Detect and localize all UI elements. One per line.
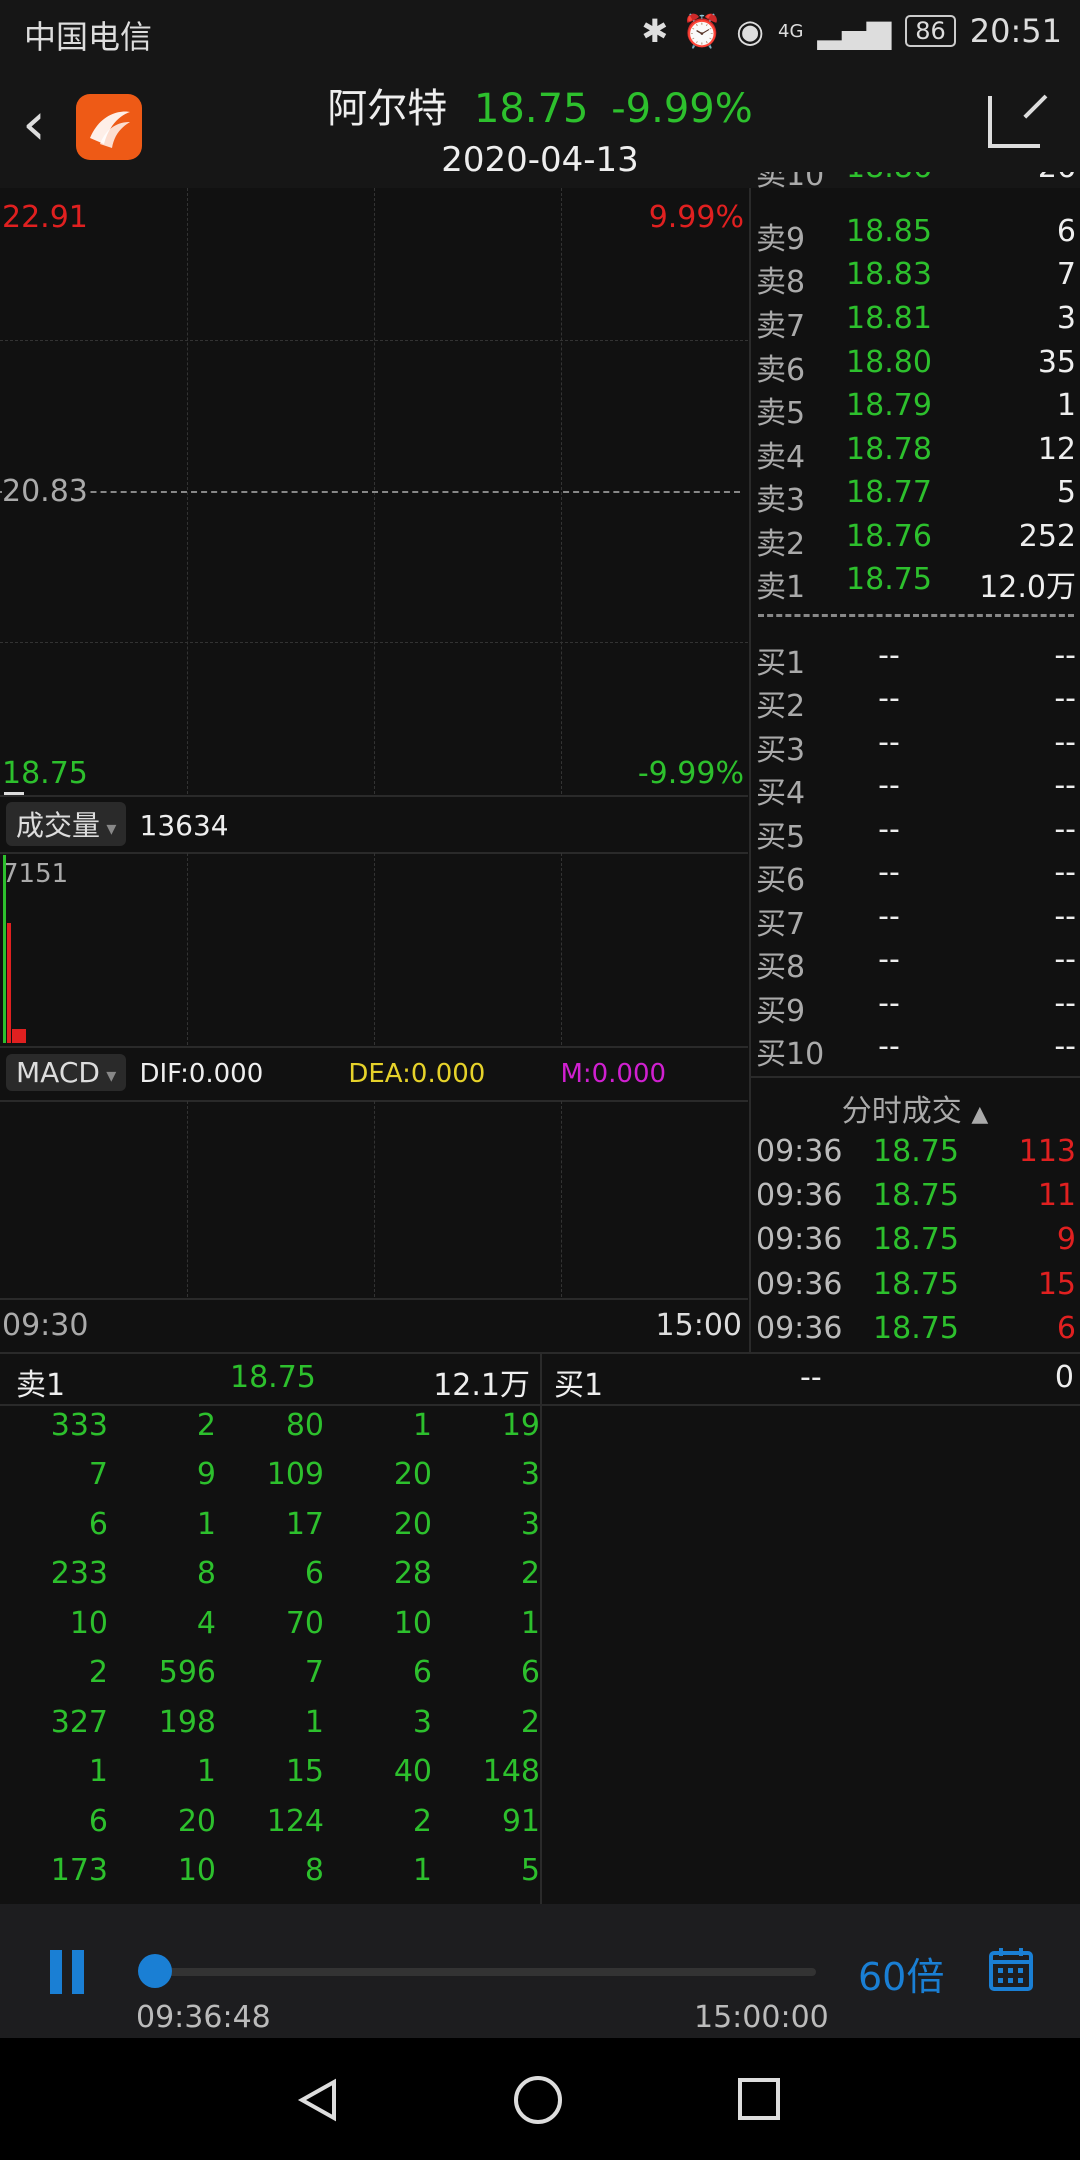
sell-row-9: 卖9 18.85 6 <box>756 214 1076 257</box>
macd-header: MACD DIF:0.000 DEA:0.000 M:0.000 <box>6 1054 746 1091</box>
replay-player: 09:36:48 15:00:00 60倍 <box>0 1904 1080 2038</box>
sell-row-3: 卖3 18.77 5 <box>756 475 1076 518</box>
title-block: 阿尔特 18.75 -9.99% 2020-04-13 <box>0 76 1080 180</box>
nav-back-icon[interactable] <box>296 2078 340 2122</box>
volume-value: 13634 <box>139 809 229 842</box>
nav-recents-icon[interactable] <box>738 2078 780 2120</box>
buy-row-1: 买1 -- -- <box>756 638 1076 681</box>
queue-sell-price: 18.75 <box>230 1360 316 1395</box>
queue-row: 1 1 15 40 148 <box>88 1754 540 1789</box>
volume-bar <box>7 923 11 1043</box>
macd-chart <box>0 1101 748 1297</box>
price-chart: 22.91 9.99% 20.83 18.75 -9.99% <box>0 188 748 795</box>
queue-buy-total: 0 <box>1054 1360 1074 1395</box>
alarm-icon: ⏰ <box>682 12 723 50</box>
macd-dif: DIF:0.000 <box>139 1059 264 1089</box>
queue-buy-header: 买1 -- 0 <box>542 1360 1080 1404</box>
sell-row-10: 卖1018.8626 <box>756 172 1076 192</box>
buy-row-4: 买4 -- -- <box>756 768 1076 811</box>
volume-chart: 7151 <box>0 853 748 1045</box>
calendar-icon[interactable] <box>988 1946 1034 1992</box>
stock-change: -9.99% <box>611 86 753 132</box>
eye-icon: ◉ <box>736 12 764 50</box>
price-low-label: 18.75 <box>2 756 88 791</box>
pct-high-label: 9.99% <box>648 200 744 235</box>
buy-row-7: 买7 -- -- <box>756 899 1076 942</box>
clock: 20:51 <box>969 12 1062 50</box>
status-bar: 中国电信 ✱ ⏰ ◉ 4G ▂▄▆ 86 20:51 <box>0 0 1080 66</box>
current-time: 09:36:48 <box>136 2000 271 2035</box>
sell-row-5: 卖5 18.79 1 <box>756 388 1076 431</box>
queue-row: 7 9 109 20 3 <box>88 1457 540 1492</box>
speed-button[interactable]: 60倍 <box>858 1946 944 2001</box>
price-high-label: 22.91 <box>2 200 88 235</box>
queue-row: 333 2 80 1 19 <box>50 1408 540 1443</box>
volume-header: 成交量 13634 <box>6 802 229 846</box>
sell-row-7: 卖7 18.81 3 <box>756 301 1076 344</box>
stock-price: 18.75 <box>473 86 589 132</box>
carrier-label: 中国电信 <box>24 18 153 56</box>
queue-buy-label: 买1 <box>554 1368 604 1403</box>
header: ‹ 阿尔特 18.75 -9.99% 2020-04-13 <box>0 66 1080 188</box>
timesales-row: 09:36 18.75 9 <box>756 1222 1076 1257</box>
queue-sell-header: 卖1 18.75 12.1万 <box>0 1360 540 1404</box>
price-mid-label: 20.83 <box>2 474 88 509</box>
volume-bar <box>3 855 6 1043</box>
status-icons: ✱ ⏰ ◉ 4G ▂▄▆ 86 20:51 <box>641 12 1062 50</box>
queue-row: 233 8 6 28 2 <box>50 1556 540 1591</box>
axis-time-end: 15:00 <box>655 1308 742 1343</box>
buy-row-5: 买5 -- -- <box>756 812 1076 855</box>
buy-row-2: 买2 -- -- <box>756 681 1076 724</box>
queue-sell-total: 12.1万 <box>433 1368 530 1403</box>
macd-dea: DEA:0.000 <box>348 1059 486 1089</box>
signal-icon: ▂▄▆ <box>817 12 892 50</box>
timesales-row: 09:36 18.75 113 <box>756 1134 1076 1169</box>
timesales-title: 分时成交 <box>841 1094 962 1129</box>
sell-row-6: 卖6 18.80 35 <box>756 345 1076 388</box>
queue-buy-price: -- <box>800 1360 822 1395</box>
queue-row: 2 596 7 6 6 <box>88 1655 540 1690</box>
battery-indicator: 86 <box>905 15 956 47</box>
queue-row: 6 20 124 2 91 <box>88 1804 540 1839</box>
progress-handle[interactable] <box>138 1954 172 1988</box>
queue-sell-label: 卖1 <box>16 1368 66 1403</box>
buy-row-3: 买3 -- -- <box>756 725 1076 768</box>
nav-home-icon[interactable] <box>514 2076 562 2124</box>
system-nav-bar <box>0 2038 1080 2160</box>
end-time: 15:00:00 <box>694 2000 829 2035</box>
timesales-row: 09:36 18.75 6 <box>756 1311 1076 1346</box>
buy-row-9: 买9 -- -- <box>756 986 1076 1029</box>
buy-row-6: 买6 -- -- <box>756 855 1076 898</box>
timesales-header[interactable]: 分时成交 ▲ <box>750 1086 1080 1130</box>
bluetooth-icon: ✱ <box>641 12 669 50</box>
network-label: 4G <box>778 20 804 42</box>
pct-low-label: -9.99% <box>637 756 744 791</box>
queue-row: 327 198 1 3 2 <box>50 1705 540 1740</box>
sell-row-2: 卖2 18.76 252 <box>756 519 1076 562</box>
queue-row: 173 10 8 1 5 <box>50 1853 540 1888</box>
progress-track[interactable] <box>140 1968 816 1976</box>
buy-row-10: 买10 -- -- <box>756 1029 1076 1072</box>
volume-selector[interactable]: 成交量 <box>6 802 127 846</box>
macd-m: M:0.000 <box>560 1059 667 1089</box>
pause-icon[interactable] <box>50 1950 86 1994</box>
share-icon[interactable] <box>988 96 1040 148</box>
volume-max-label: 7151 <box>2 859 69 889</box>
queue-row: 10 4 70 10 1 <box>69 1606 540 1641</box>
sell-row-8: 卖8 18.83 7 <box>756 257 1076 300</box>
sell-row-4: 卖4 18.78 12 <box>756 432 1076 475</box>
sell-row-1: 卖1 18.75 12.0万 <box>756 562 1076 605</box>
timesales-row: 09:36 18.75 15 <box>756 1267 1076 1302</box>
queue-row: 6 1 17 20 3 <box>88 1507 540 1542</box>
triangle-up-icon: ▲ <box>971 1102 989 1127</box>
axis-time-start: 09:30 <box>2 1308 89 1343</box>
timesales-row: 09:36 18.75 11 <box>756 1178 1076 1213</box>
buy-row-8: 买8 -- -- <box>756 942 1076 985</box>
stock-name: 阿尔特 <box>327 86 448 132</box>
volume-bar <box>12 1029 26 1043</box>
macd-selector[interactable]: MACD <box>6 1054 127 1091</box>
